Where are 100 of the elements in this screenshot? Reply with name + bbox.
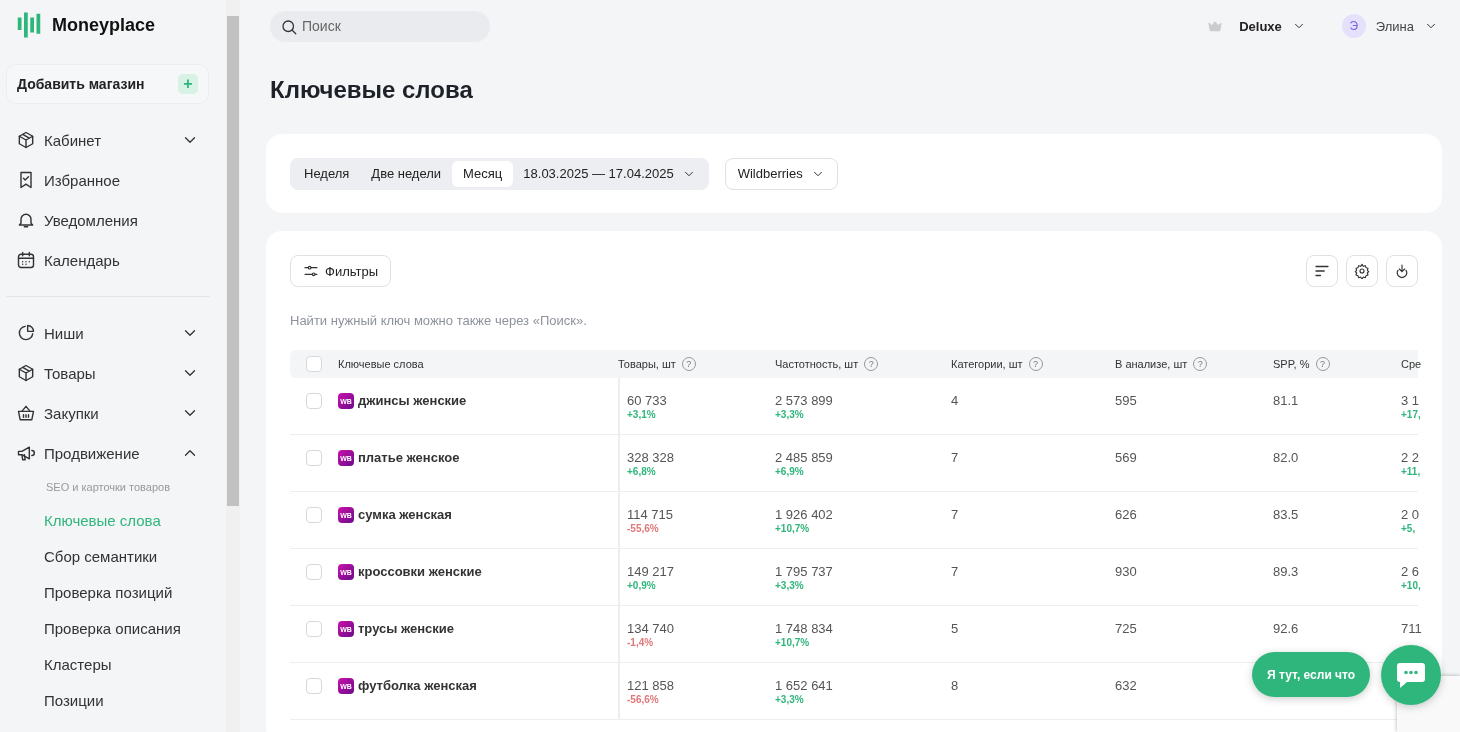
table-cell: 7 bbox=[951, 450, 959, 465]
download-button[interactable] bbox=[1386, 255, 1418, 287]
row-checkbox[interactable] bbox=[306, 621, 322, 637]
column-header[interactable]: Ключевые слова bbox=[338, 358, 424, 370]
filters-button[interactable]: Фильтры bbox=[290, 255, 391, 287]
keyword-text[interactable]: трусы женские bbox=[358, 621, 455, 636]
row-checkbox[interactable] bbox=[306, 564, 322, 580]
search-icon bbox=[280, 17, 298, 36]
table-cell: 82.0 bbox=[1273, 450, 1299, 465]
calendar-icon bbox=[16, 250, 36, 270]
plan-dropdown[interactable]: Deluxe bbox=[1239, 18, 1306, 34]
pie-chart-icon bbox=[16, 323, 36, 343]
table-cell: 569 bbox=[1115, 450, 1137, 465]
sidebar-item[interactable]: Ниши bbox=[6, 313, 199, 353]
row-checkbox[interactable] bbox=[306, 393, 322, 409]
section-heading: SEO и карточки товаров bbox=[45, 480, 172, 495]
column-value: 711 bbox=[1401, 621, 1422, 636]
chat-bubble-icon bbox=[1397, 662, 1425, 688]
column-header[interactable]: Категории, шт bbox=[951, 358, 1023, 370]
goods-value: 60 733 bbox=[627, 393, 667, 408]
frequency-value: 1 795 737 bbox=[775, 564, 833, 579]
column-header[interactable]: Товары, шт bbox=[618, 358, 676, 370]
keyword-text[interactable]: сумка женская bbox=[358, 507, 452, 522]
sidebar-item[interactable]: Кабинет bbox=[6, 120, 199, 160]
table-cell: 5 bbox=[951, 621, 959, 636]
submenu-item[interactable]: Позиции bbox=[6, 683, 210, 719]
change-percent: +6,8% bbox=[627, 466, 656, 477]
keyword-text[interactable]: футболка женская bbox=[358, 678, 477, 693]
keyword-text[interactable]: платье женское bbox=[358, 450, 460, 465]
period-tab[interactable]: Месяц bbox=[452, 160, 514, 187]
table-cell: 7 bbox=[951, 507, 959, 522]
column-value: 2 2 bbox=[1401, 450, 1420, 465]
submenu-item[interactable]: Проверка описания bbox=[6, 611, 210, 647]
change-percent: +3,3% bbox=[775, 409, 804, 420]
date-range-dropdown[interactable]: 18.03.2025 — 17.04.2025 bbox=[513, 166, 706, 181]
sliders-icon bbox=[303, 263, 319, 279]
column-value: 3 1 bbox=[1401, 393, 1420, 408]
sidebar-item[interactable]: Календарь bbox=[6, 240, 199, 280]
settings-button[interactable] bbox=[1346, 255, 1378, 287]
column-value: 2 0 bbox=[1401, 507, 1420, 522]
sort-button[interactable] bbox=[1306, 255, 1338, 287]
frequency-value: 2 485 859 bbox=[775, 450, 833, 465]
goods-value: 149 217 bbox=[627, 564, 674, 579]
sidebar-item[interactable]: Продвижение bbox=[6, 433, 199, 473]
change-percent: -1,4% bbox=[627, 637, 654, 648]
keyword-text[interactable]: кроссовки женские bbox=[358, 564, 482, 579]
change-percent: +10, bbox=[1401, 580, 1421, 591]
change-percent: +6,9% bbox=[775, 466, 804, 477]
row-checkbox[interactable] bbox=[306, 450, 322, 466]
submenu-item[interactable]: Сбор семантики bbox=[6, 539, 210, 575]
settings-icon bbox=[1354, 263, 1370, 279]
change-percent: +10,7% bbox=[775, 523, 810, 534]
table-cell: 81.1 bbox=[1273, 393, 1299, 408]
keyword-text[interactable]: джинсы женские bbox=[358, 393, 467, 408]
add-store-button[interactable]: Добавить магазин + bbox=[6, 64, 209, 104]
change-percent: +10,7% bbox=[775, 637, 810, 648]
table-cell: 632 bbox=[1115, 678, 1137, 693]
sidebar-item[interactable]: Товары bbox=[6, 353, 199, 393]
change-percent: +5, bbox=[1401, 523, 1416, 534]
change-percent: +3,3% bbox=[775, 694, 804, 705]
column-header[interactable]: Частотность, шт bbox=[775, 358, 859, 370]
frequency-value: 2 573 899 bbox=[775, 393, 833, 408]
change-percent: +0,9% bbox=[627, 580, 656, 591]
table-cell: 7 bbox=[951, 564, 959, 579]
submenu-item[interactable]: Кластеры bbox=[6, 647, 210, 683]
table-cell: 4 bbox=[951, 393, 959, 408]
period-tab[interactable]: Две недели bbox=[360, 160, 453, 187]
column-header[interactable]: Сре bbox=[1401, 358, 1422, 370]
plus-icon: + bbox=[178, 74, 198, 94]
row-checkbox[interactable] bbox=[306, 678, 322, 694]
column-header[interactable]: SPP, % bbox=[1273, 358, 1310, 370]
table-cell: 626 bbox=[1115, 507, 1137, 522]
change-percent: -56,6% bbox=[627, 694, 659, 705]
table-cell: 930 bbox=[1115, 564, 1137, 579]
basket-icon bbox=[16, 403, 36, 423]
submenu-item[interactable]: Проверка позиций bbox=[6, 575, 210, 611]
period-tab[interactable]: Неделя bbox=[293, 160, 361, 187]
page-title: Ключевые слова bbox=[270, 76, 474, 104]
table-cell: 725 bbox=[1115, 621, 1137, 636]
row-checkbox[interactable] bbox=[306, 507, 322, 523]
table-cell: 8 bbox=[951, 678, 959, 693]
goods-value: 134 740 bbox=[627, 621, 674, 636]
sidebar-item[interactable]: Уведомления bbox=[6, 200, 199, 240]
marketplace-dropdown[interactable]: Wildberries bbox=[724, 157, 838, 190]
goods-value: 121 858 bbox=[627, 678, 674, 693]
sidebar-item[interactable]: Закупки bbox=[6, 393, 199, 433]
table-cell: 83.5 bbox=[1273, 507, 1299, 522]
user-name[interactable]: Элина bbox=[1375, 18, 1414, 34]
select-all-checkbox[interactable] bbox=[306, 356, 322, 372]
hint-text: Найти нужный ключ можно также через «Поиск». bbox=[290, 313, 588, 328]
scrollbar-thumb[interactable] bbox=[227, 16, 239, 506]
search-field[interactable]: Поиск bbox=[270, 10, 490, 42]
change-percent: -55,6% bbox=[627, 523, 659, 534]
sidebar-item[interactable]: Избранное bbox=[6, 160, 199, 200]
table-cell: 92.6 bbox=[1273, 621, 1299, 636]
column-header[interactable]: В анализе, шт bbox=[1115, 358, 1188, 370]
logo-text: Moneyplace bbox=[52, 14, 156, 36]
bars-logo-icon bbox=[16, 10, 42, 40]
avatar[interactable]: Э bbox=[1341, 14, 1366, 38]
goods-value: 328 328 bbox=[627, 450, 674, 465]
